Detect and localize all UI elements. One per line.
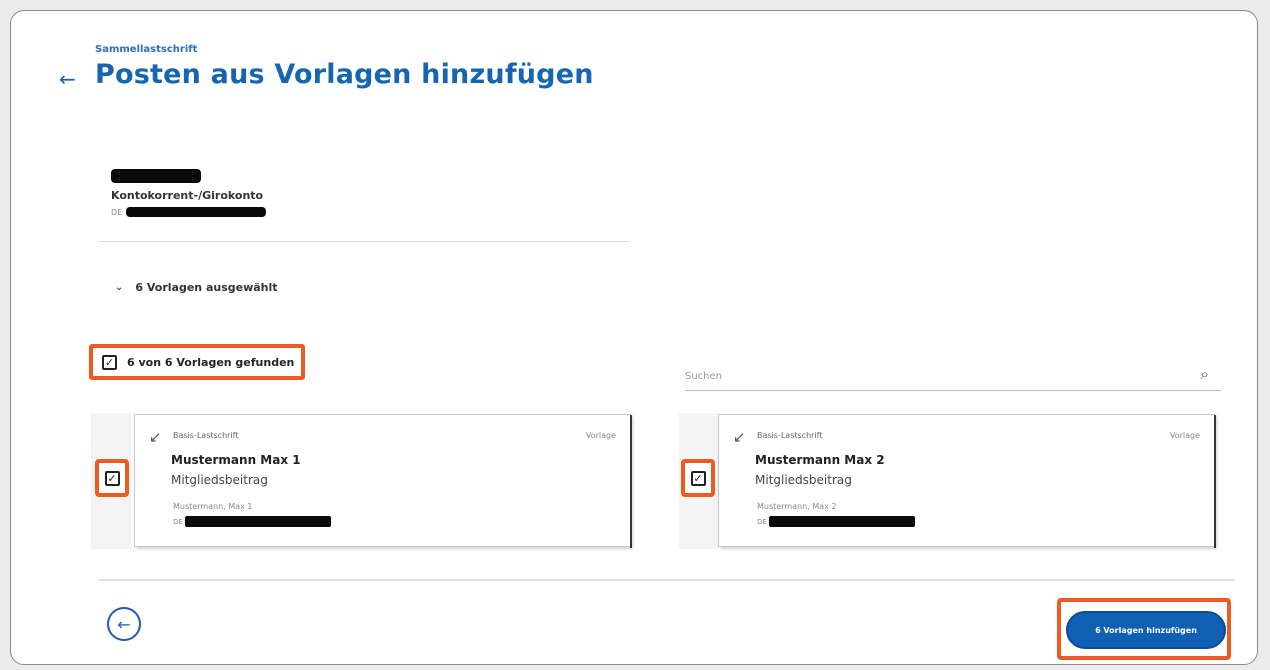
divider xyxy=(99,241,629,242)
template-badge: Vorlage xyxy=(1169,431,1200,440)
breadcrumb[interactable]: Sammellastschrift xyxy=(95,44,197,55)
template-badge: Vorlage xyxy=(585,431,616,440)
account-type: Kontokorrent-/Girokonto xyxy=(111,189,264,202)
template-iban: DE xyxy=(757,516,915,527)
back-button[interactable]: ← xyxy=(107,607,141,641)
back-arrow-icon: ← xyxy=(117,614,131,634)
template-description: Mitgliedsbeitrag xyxy=(171,473,268,487)
footer-divider xyxy=(99,579,1235,581)
add-templates-button[interactable]: 6 Vorlagen hinzufügen xyxy=(1066,611,1226,649)
template-card[interactable]: ↙ Basis-Lastschrift Vorlage Mustermann M… xyxy=(134,414,632,548)
template-checkbox-wrap[interactable]: ✓ xyxy=(681,459,715,497)
select-all-checkbox-row[interactable]: ✓ 6 von 6 Vorlagen gefunden xyxy=(89,344,305,380)
template-type: Basis-Lastschrift xyxy=(173,431,239,440)
template-iban: DE xyxy=(173,516,331,527)
search-input[interactable] xyxy=(685,362,1165,390)
select-all-checkbox[interactable]: ✓ xyxy=(102,354,117,370)
app-window: ← Sammellastschrift Posten aus Vorlagen … xyxy=(10,10,1258,665)
template-iban-prefix: DE xyxy=(173,517,183,526)
search-icon[interactable]: ⌕ xyxy=(1201,365,1209,383)
template-description: Mitgliedsbeitrag xyxy=(755,473,852,487)
account-iban: DE xyxy=(111,207,267,217)
redacted-template-iban xyxy=(768,516,915,527)
template-type: Basis-Lastschrift xyxy=(757,431,823,440)
template-name: Mustermann Max 2 xyxy=(755,453,885,467)
chevron-down-icon: ⌄ xyxy=(115,282,124,293)
selected-templates-toggle[interactable]: ⌄ 6 Vorlagen ausgewählt xyxy=(115,281,278,294)
search-field[interactable]: ⌕ xyxy=(685,359,1221,391)
redacted-account-iban xyxy=(126,207,267,217)
account-summary: Kontokorrent-/Girokonto DE xyxy=(111,169,267,217)
template-name: Mustermann Max 1 xyxy=(171,453,301,467)
template-holder: Mustermann, Max 2 xyxy=(757,502,837,511)
account-iban-prefix: DE xyxy=(111,207,123,217)
page-title: Posten aus Vorlagen hinzufügen xyxy=(95,59,594,90)
template-checkbox-wrap[interactable]: ✓ xyxy=(95,459,129,497)
selected-templates-label: 6 Vorlagen ausgewählt xyxy=(135,281,278,294)
template-card[interactable]: ↙ Basis-Lastschrift Vorlage Mustermann M… xyxy=(718,414,1216,548)
redacted-template-iban xyxy=(184,516,331,527)
redacted-account-name xyxy=(111,169,201,183)
template-checkbox[interactable]: ✓ xyxy=(104,470,120,486)
template-iban-prefix: DE xyxy=(757,517,767,526)
template-holder: Mustermann, Max 1 xyxy=(173,502,253,511)
template-checkbox[interactable]: ✓ xyxy=(690,470,706,486)
found-templates-label: 6 von 6 Vorlagen gefunden xyxy=(127,355,295,369)
direct-debit-arrow-icon: ↙ xyxy=(733,428,746,446)
direct-debit-arrow-icon: ↙ xyxy=(149,428,162,446)
header-back-arrow-icon[interactable]: ← xyxy=(59,67,76,91)
